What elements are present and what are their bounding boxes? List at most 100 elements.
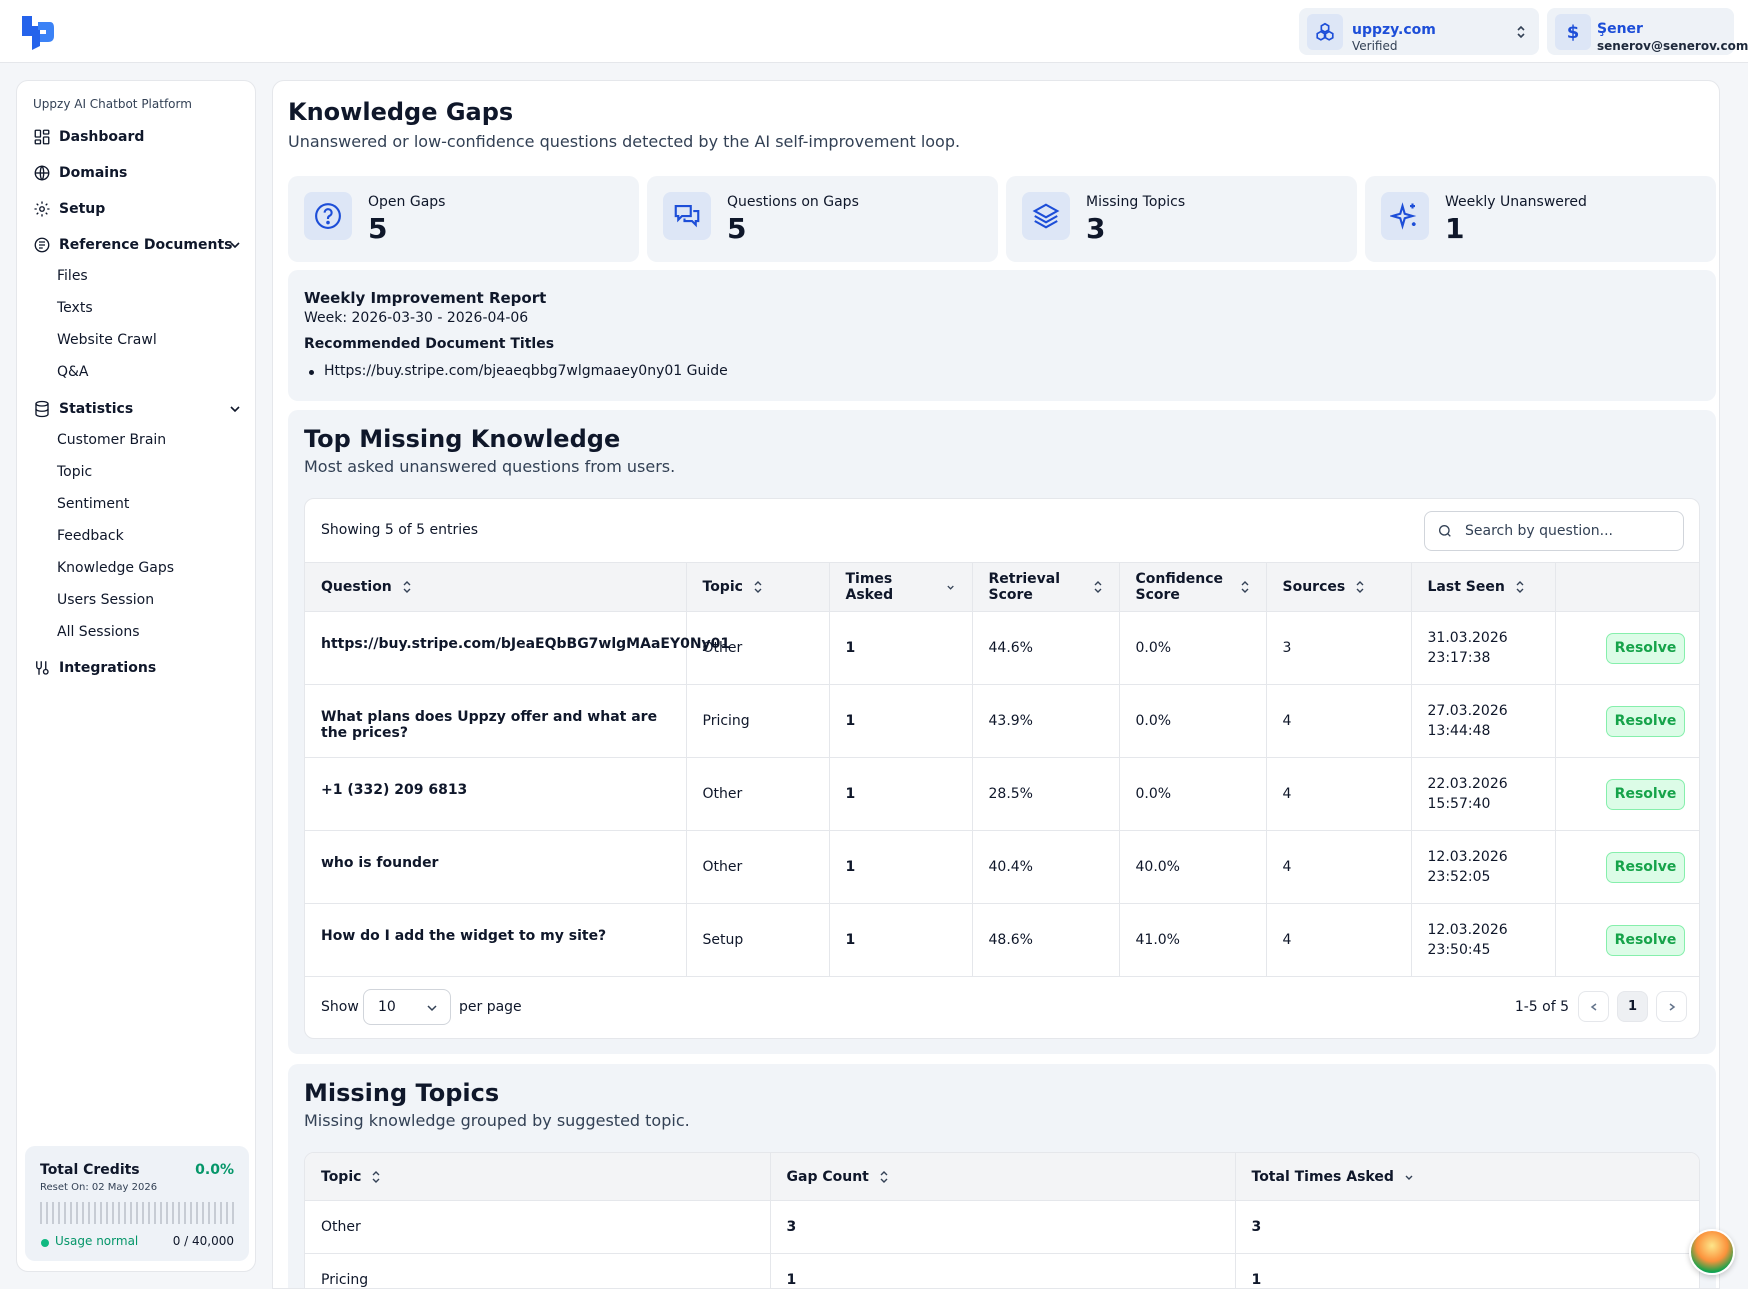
topic-cell: Pricing xyxy=(305,1253,771,1288)
topic-cell: Other xyxy=(686,757,830,831)
chevron-up-down-icon xyxy=(1515,23,1527,41)
missing-knowledge-table: Question Topic Times Asked Retrieval Sco… xyxy=(305,562,1699,977)
sort-icon xyxy=(1356,581,1364,593)
resolve-button[interactable]: Resolve xyxy=(1606,851,1685,883)
missing-topics-table-card: Topic Gap Count Total Times Asked Other … xyxy=(304,1152,1700,1288)
resolve-button[interactable]: Resolve xyxy=(1606,924,1685,956)
column-header-retrieval-score[interactable]: Retrieval Score xyxy=(972,562,1120,612)
sort-icon xyxy=(372,1170,380,1183)
sidebar-item-files[interactable]: Files xyxy=(57,265,88,287)
last-seen-time: 15:57:40 xyxy=(1427,796,1491,812)
next-page-button[interactable] xyxy=(1656,991,1687,1022)
sources-cell: 3 xyxy=(1266,611,1412,685)
sidebar-item-feedback[interactable]: Feedback xyxy=(57,525,124,547)
avatar: $ xyxy=(1555,14,1591,50)
per-page-select[interactable]: 10 xyxy=(363,989,451,1025)
per-page-label: Show xyxy=(321,999,359,1015)
table-row: who is founder Other 1 40.4% 40.0% 4 12.… xyxy=(305,830,1699,904)
section-title: Missing Topics xyxy=(304,1079,500,1107)
actions-cell: Resolve xyxy=(1555,757,1699,831)
document-globe-icon xyxy=(34,237,50,253)
user-menu[interactable]: $ Şener senerov@senerov.com xyxy=(1547,8,1748,55)
retrieval-score-cell: 43.9% xyxy=(972,684,1120,758)
sidebar-item-label: Integrations xyxy=(59,660,157,676)
question-cell: https://buy.stripe.com/bJeaEQbBG7wlgMAaE… xyxy=(305,611,730,685)
column-header-sources[interactable]: Sources xyxy=(1266,562,1412,612)
column-header-topic[interactable]: Topic xyxy=(686,562,830,612)
stat-label: Weekly Unanswered xyxy=(1445,194,1587,210)
table-row: What plans does Uppzy offer and what are… xyxy=(305,684,1699,758)
question-cell: who is founder xyxy=(305,830,687,904)
stat-card-open-gaps: Open Gaps 5 xyxy=(288,176,639,262)
sidebar-item-texts[interactable]: Texts xyxy=(57,297,93,319)
gap-count-cell: 1 xyxy=(770,1253,1236,1288)
sidebar-item-setup[interactable]: Setup xyxy=(33,196,105,222)
column-header-total-times-asked[interactable]: Total Times Asked xyxy=(1235,1153,1699,1201)
total-times-asked-cell: 3 xyxy=(1235,1200,1699,1254)
search-input[interactable] xyxy=(1465,521,1675,541)
column-header-last-seen[interactable]: Last Seen xyxy=(1411,562,1556,612)
topic-cell: Other xyxy=(686,611,830,685)
main-content: Knowledge Gaps Unanswered or low-confide… xyxy=(272,80,1720,1289)
gear-icon xyxy=(34,201,50,217)
integrations-icon xyxy=(36,661,49,675)
uppzy-logo-icon[interactable] xyxy=(18,12,56,52)
resolve-button[interactable]: Resolve xyxy=(1606,705,1685,737)
sidebar-item-label: Domains xyxy=(59,165,128,181)
last-seen-date: 12.03.2026 xyxy=(1427,922,1508,938)
chevron-right-icon xyxy=(1669,1002,1675,1011)
confidence-score-cell: 0.0% xyxy=(1119,611,1267,685)
total-times-asked-cell: 1 xyxy=(1235,1253,1699,1288)
sidebar-item-sentiment[interactable]: Sentiment xyxy=(57,493,129,515)
chat-widget-launcher-icon[interactable] xyxy=(1689,1229,1735,1275)
stat-value: 5 xyxy=(727,212,747,245)
sidebar-item-dashboard[interactable]: Dashboard xyxy=(33,124,144,150)
sidebar-item-all-sessions[interactable]: All Sessions xyxy=(57,621,140,643)
sidebar-item-reference-documents[interactable]: Reference Documents xyxy=(33,232,241,258)
sidebar-item-qa[interactable]: Q&A xyxy=(57,361,89,383)
column-header-confidence-score[interactable]: Confidence Score xyxy=(1119,562,1267,612)
sidebar-item-label: Setup xyxy=(59,201,106,217)
sidebar-item-knowledge-gaps[interactable]: Knowledge Gaps xyxy=(57,557,174,579)
sidebar-item-customer-brain[interactable]: Customer Brain xyxy=(57,429,166,451)
column-header-actions xyxy=(1555,562,1699,612)
credits-title: Total Credits xyxy=(40,1162,140,1178)
usage-bar xyxy=(40,1202,234,1224)
topic-cell: Other xyxy=(686,830,830,904)
last-seen-cell: 31.03.2026 23:17:38 xyxy=(1411,611,1556,685)
page-button-1[interactable]: 1 xyxy=(1617,991,1648,1022)
sort-icon xyxy=(880,1170,888,1183)
resolve-button[interactable]: Resolve xyxy=(1606,778,1685,810)
table-row: How do I add the widget to my site? Setu… xyxy=(305,903,1699,977)
sidebar-item-domains[interactable]: Domains xyxy=(33,160,127,186)
organization-status: Verified xyxy=(1352,39,1398,53)
question-circle-icon xyxy=(304,192,352,240)
sidebar-item-topic[interactable]: Topic xyxy=(57,461,92,483)
page-range: 1-5 of 5 xyxy=(1514,999,1569,1015)
times-asked-cell: 1 xyxy=(829,757,973,831)
missing-topics-table: Topic Gap Count Total Times Asked Other … xyxy=(305,1153,1699,1288)
organization-name: uppzy.com xyxy=(1352,22,1436,38)
column-header-times-asked[interactable]: Times Asked xyxy=(829,562,973,612)
column-header-topic[interactable]: Topic xyxy=(305,1153,771,1201)
search-input-box[interactable] xyxy=(1424,511,1684,551)
times-asked-cell: 1 xyxy=(829,903,973,977)
sidebar-item-website-crawl[interactable]: Website Crawl xyxy=(57,329,157,351)
last-seen-time: 23:17:38 xyxy=(1427,650,1491,666)
sort-desc-icon xyxy=(1405,1175,1413,1180)
column-header-gap-count[interactable]: Gap Count xyxy=(770,1153,1236,1201)
sidebar-item-integrations[interactable]: Integrations xyxy=(33,655,156,681)
sidebar-item-statistics[interactable]: Statistics xyxy=(33,396,241,422)
report-week: Week: 2026-03-30 - 2026-04-06 xyxy=(304,310,529,326)
actions-cell: Resolve xyxy=(1555,611,1699,685)
user-email: senerov@senerov.com xyxy=(1597,39,1748,53)
prev-page-button[interactable] xyxy=(1578,991,1609,1022)
table-header-row: Topic Gap Count Total Times Asked xyxy=(305,1153,1699,1201)
resolve-button[interactable]: Resolve xyxy=(1606,632,1685,664)
weekly-improvement-report: Weekly Improvement Report Week: 2026-03-… xyxy=(288,270,1716,401)
sidebar-item-users-session[interactable]: Users Session xyxy=(57,589,154,611)
column-header-question[interactable]: Question xyxy=(305,562,687,612)
section-title: Top Missing Knowledge xyxy=(304,425,621,453)
sources-cell: 4 xyxy=(1266,757,1412,831)
organization-switcher[interactable]: uppzy.com Verified xyxy=(1299,8,1539,55)
